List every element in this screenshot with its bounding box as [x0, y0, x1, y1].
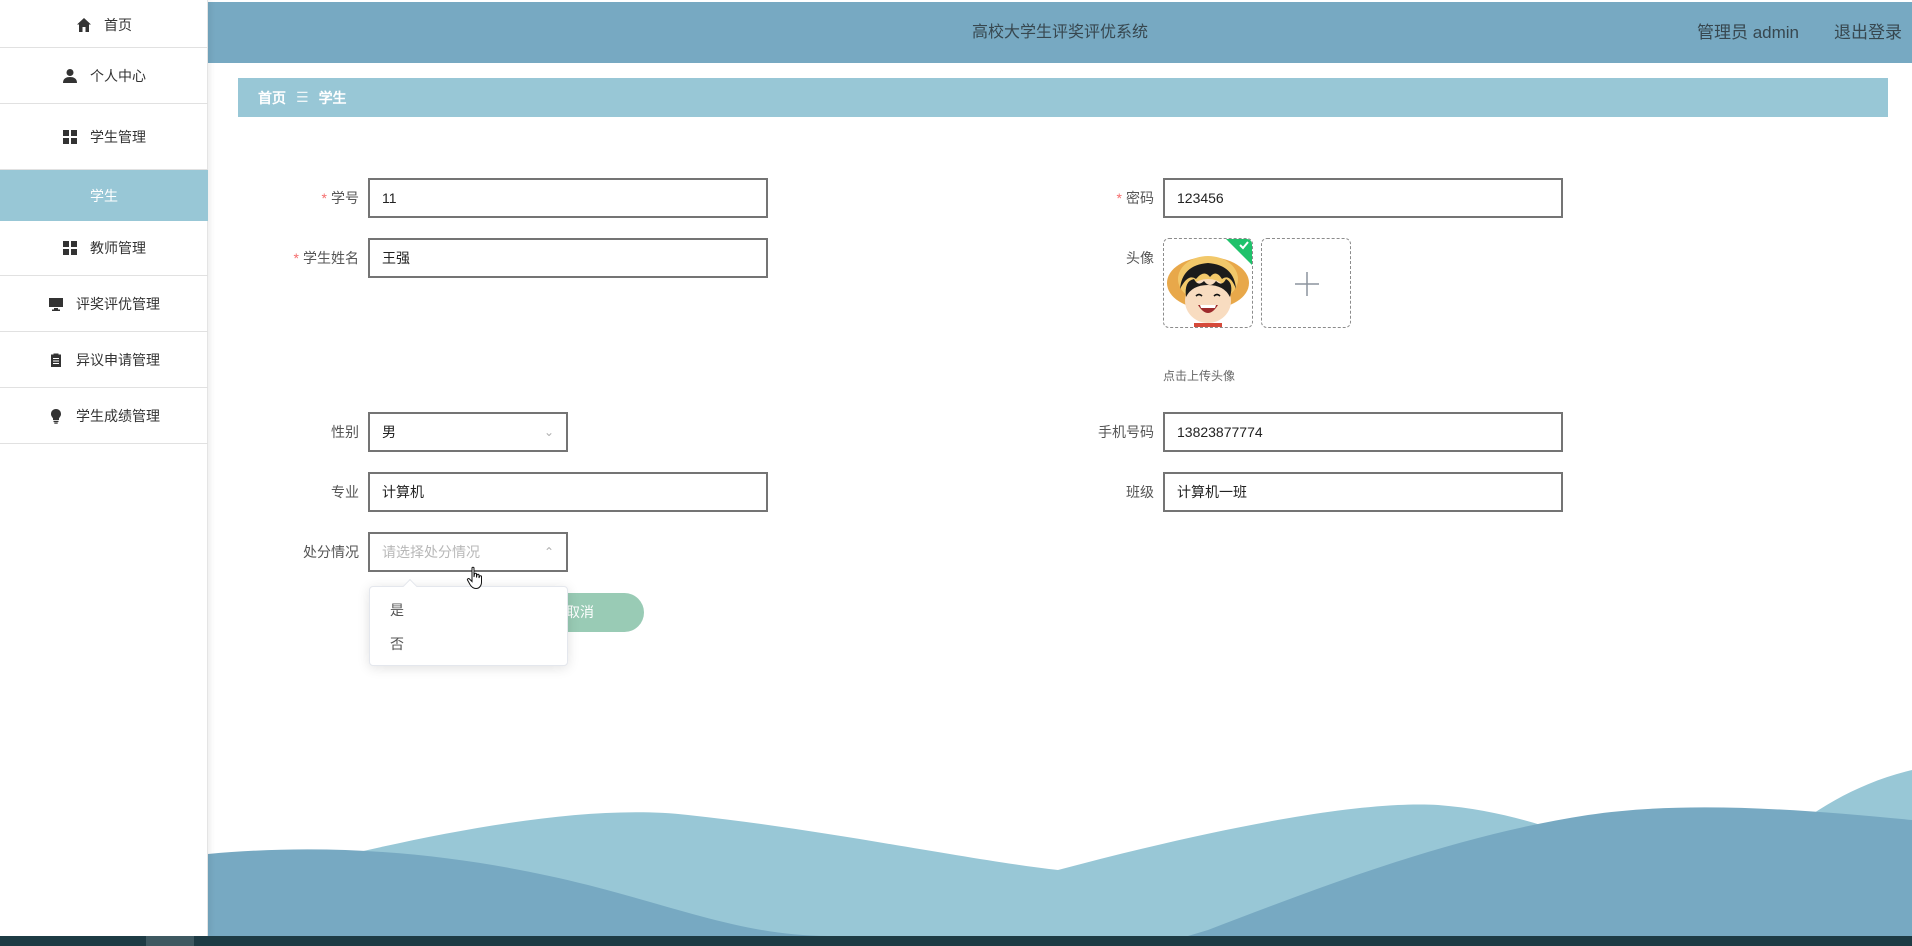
phone-input[interactable]: 13823877774 — [1163, 412, 1563, 452]
sidebar-item-teacher-mgmt[interactable]: 教师管理 — [0, 221, 208, 276]
sidebar-item-student-mgmt[interactable]: 学生管理 — [0, 104, 208, 170]
sidebar-item-label: 学生成绩管理 — [76, 407, 160, 424]
home-icon — [76, 17, 92, 33]
menu-icon: ☰ — [296, 89, 309, 105]
sidebar: 首页 个人中心 学生管理 学生 教师管理 评奖评优管理 异议申请管理 学生成绩管… — [0, 0, 208, 936]
sidebar-item-label: 学生管理 — [90, 128, 146, 145]
class-input[interactable]: 计算机一班 — [1163, 472, 1563, 512]
student-id-label: * 学号 — [321, 190, 359, 206]
sidebar-item-label: 评奖评优管理 — [76, 295, 160, 312]
grid-icon — [62, 129, 78, 145]
sidebar-item-objection-mgmt[interactable]: 异议申请管理 — [0, 332, 208, 388]
decorative-waves — [208, 770, 1912, 936]
student-name-input[interactable]: 王强 — [368, 238, 768, 278]
avatar-thumbnail[interactable] — [1163, 238, 1253, 328]
sidebar-item-label: 异议申请管理 — [76, 351, 160, 368]
top-header: 高校大学生评奖评优系统 管理员 admin 退出登录 — [208, 2, 1912, 63]
user-icon — [62, 68, 78, 84]
breadcrumb-current: 学生 — [318, 89, 347, 106]
chevron-up-icon: ⌃ — [543, 545, 554, 559]
dropdown-option-yes[interactable]: 是 — [370, 593, 567, 627]
grid-icon — [62, 240, 78, 256]
password-label: * 密码 — [1116, 190, 1154, 206]
major-input[interactable]: 计算机 — [368, 472, 768, 512]
sidebar-item-award-mgmt[interactable]: 评奖评优管理 — [0, 276, 208, 332]
clipboard-icon — [48, 352, 64, 368]
avatar-image — [1167, 239, 1252, 327]
breadcrumb: 首页 ☰ 学生 — [238, 78, 1888, 117]
breadcrumb-home[interactable]: 首页 — [258, 88, 286, 108]
avatar-label: 头像 — [1126, 250, 1154, 266]
dropdown-arrow — [402, 578, 418, 594]
discipline-placeholder: 请选择处分情况 — [382, 544, 480, 560]
monitor-icon — [48, 296, 64, 312]
sidebar-subitem-label: 学生 — [90, 187, 118, 204]
required-star: * — [1116, 190, 1122, 206]
chevron-down-icon: ⌄ — [543, 425, 554, 439]
taskbar — [0, 936, 1912, 946]
plus-icon — [1295, 272, 1319, 296]
avatar-upload-hint: 点击上传头像 — [1163, 369, 1236, 383]
app-title: 高校大学生评奖评优系统 — [971, 24, 1148, 41]
required-star: * — [321, 190, 327, 206]
gender-value: 男 — [382, 424, 396, 440]
sidebar-item-label: 教师管理 — [90, 240, 146, 256]
hand-cursor-icon — [466, 566, 482, 590]
password-input[interactable]: 123456 — [1163, 178, 1563, 218]
dropdown-option-no[interactable]: 否 — [370, 627, 567, 661]
gender-select[interactable]: 男 ⌄ — [368, 412, 568, 452]
class-label: 班级 — [1126, 484, 1154, 500]
major-label: 专业 — [331, 484, 359, 500]
discipline-dropdown: 是 否 — [369, 578, 568, 666]
discipline-label: 处分情况 — [303, 544, 359, 560]
sidebar-item-label: 个人中心 — [90, 67, 146, 84]
sidebar-item-score-mgmt[interactable]: 学生成绩管理 — [0, 388, 208, 444]
student-id-input[interactable]: 11 — [368, 178, 768, 218]
bulb-icon — [48, 408, 64, 424]
student-name-label: * 学生姓名 — [293, 250, 359, 266]
logout-link[interactable]: 退出登录 — [1834, 2, 1902, 63]
gender-label: 性别 — [331, 424, 359, 440]
taskbar-tab[interactable] — [146, 936, 194, 946]
required-star: * — [293, 250, 299, 266]
sidebar-item-profile[interactable]: 个人中心 — [0, 48, 208, 104]
sidebar-item-home[interactable]: 首页 — [0, 3, 208, 48]
phone-label: 手机号码 — [1098, 424, 1154, 440]
avatar-upload-button[interactable] — [1261, 238, 1351, 328]
sidebar-subitem-student[interactable]: 学生 — [0, 170, 208, 221]
sidebar-item-label: 首页 — [104, 17, 132, 33]
current-user: 管理员 admin — [1696, 23, 1799, 42]
